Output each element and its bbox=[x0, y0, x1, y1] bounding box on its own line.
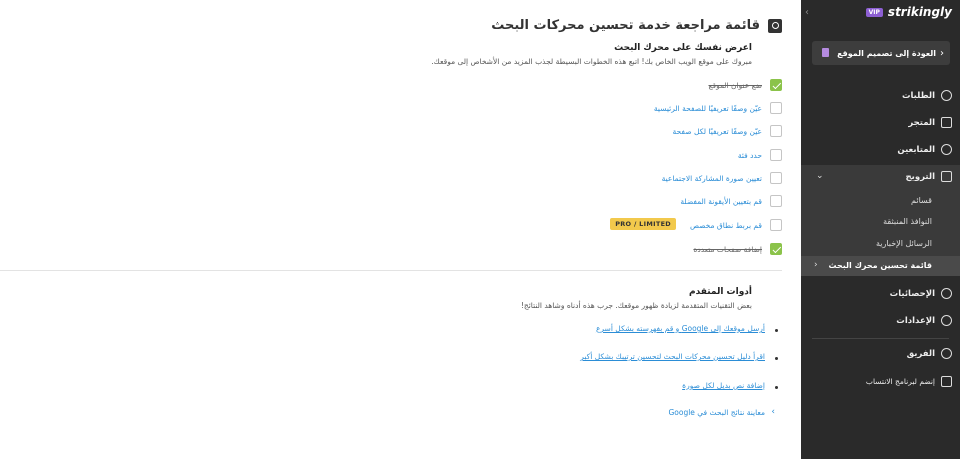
chevron-left-icon: ‹ bbox=[940, 47, 944, 59]
checklist-item-label[interactable]: قم بتعيين الأيقونة المفضلة bbox=[680, 197, 762, 206]
submit-google-link[interactable]: أرسل موقعك إلى Google و قم بفهرسته بشكل … bbox=[596, 324, 765, 333]
sidebar-item-label: الإحصائيات bbox=[889, 288, 935, 299]
promotion-group: الترويج ⌄ قسائم النوافذ المنبثقة الرسائل… bbox=[801, 165, 960, 276]
checkbox[interactable] bbox=[770, 79, 782, 91]
section-heading: اعرض نفسك على محرك البحث bbox=[614, 43, 752, 53]
checklist-item[interactable]: عيّن وصفًا تعريفيًا للصفحة الرئيسية bbox=[654, 102, 782, 114]
sidebar-item-seo-checklist[interactable]: قائمة تحسين محرك البحث bbox=[801, 256, 960, 276]
team-icon bbox=[941, 348, 952, 359]
list-item: إضافة نص بديل لكل صورة bbox=[682, 381, 778, 390]
bullet bbox=[775, 386, 778, 389]
sidebar-item-orders[interactable]: الطلبات bbox=[902, 90, 952, 101]
back-button-label: العودة إلى تصميم الموقع bbox=[837, 48, 936, 58]
checklist-item-label[interactable]: عيّن وصفًا تعريفيًا للصفحة الرئيسية bbox=[654, 104, 762, 113]
checklist-item[interactable]: ضع عنوان الموقع bbox=[709, 79, 782, 91]
sidebar-item-team[interactable]: الفريق bbox=[907, 348, 952, 359]
list-item: أرسل موقعك إلى Google و قم بفهرسته بشكل … bbox=[596, 324, 778, 333]
checklist-item-label[interactable]: عيّن وصفًا تعريفيًا لكل صفحة bbox=[673, 127, 762, 136]
checklist-item-label[interactable]: ضع عنوان الموقع bbox=[709, 81, 763, 90]
sidebar-item-promotion[interactable]: الترويج bbox=[906, 171, 952, 182]
page-title-row: قائمة مراجعة خدمة تحسين محركات البحث bbox=[491, 18, 782, 33]
sidebar-item-stats[interactable]: الإحصائيات bbox=[890, 288, 952, 299]
list-item: اقرأ دليل تحسين محركات البحث لتحسين ترتي… bbox=[580, 352, 778, 361]
brand-logo: strikingly bbox=[887, 5, 952, 19]
checkbox[interactable] bbox=[770, 243, 782, 255]
pro-limited-badge: PRO / LIMITED bbox=[610, 218, 676, 230]
checklist-item[interactable]: إضافة صفحات متعددة bbox=[693, 243, 782, 255]
alt-text-link[interactable]: إضافة نص بديل لكل صورة bbox=[682, 381, 765, 390]
sidebar-item-label: الفريق bbox=[906, 348, 935, 359]
sidebar-item-affiliate[interactable]: إنضم لبرنامج الانتساب bbox=[866, 376, 952, 387]
main-panel: قائمة مراجعة خدمة تحسين محركات البحث اعر… bbox=[0, 0, 800, 459]
seo-search-icon bbox=[768, 18, 782, 33]
advanced-heading: أدوات المتقدم bbox=[688, 287, 752, 297]
sidebar-item-label: المتابعين bbox=[897, 144, 935, 155]
back-to-editor-button[interactable]: ‹ العودة إلى تصميم الموقع bbox=[812, 41, 950, 65]
advanced-description: بعض التقنيات المتقدمة لزيادة ظهور موقعك.… bbox=[520, 301, 752, 310]
checkbox[interactable] bbox=[770, 172, 782, 184]
seo-guide-link[interactable]: اقرأ دليل تحسين محركات البحث لتحسين ترتي… bbox=[580, 352, 765, 361]
checklist-item-label[interactable]: حدد فئة bbox=[738, 151, 762, 160]
page-title: قائمة مراجعة خدمة تحسين محركات البحث bbox=[491, 18, 760, 33]
sidebar-item-label: الإعدادات bbox=[896, 315, 935, 326]
checklist-item[interactable]: عيّن وصفًا تعريفيًا لكل صفحة bbox=[673, 125, 782, 137]
sidebar-divider bbox=[812, 338, 949, 339]
checklist-item-label[interactable]: قم بربط نطاق مخصص bbox=[690, 221, 762, 230]
chevron-right-icon: › bbox=[814, 260, 818, 270]
checklist-item[interactable]: حدد فئة bbox=[738, 149, 782, 161]
checklist-item[interactable]: تعيين صورة المشاركة الاجتماعية bbox=[662, 172, 782, 184]
bullet bbox=[775, 357, 778, 360]
section-description: مبروك على موقع الويب الخاص بك! اتبع هذه … bbox=[431, 57, 752, 66]
megaphone-icon bbox=[941, 171, 952, 182]
preview-row[interactable]: › معاينة نتائج البحث في Google bbox=[668, 407, 775, 417]
sidebar-item-label: الترويج bbox=[905, 171, 935, 182]
brand: strikingly VIP bbox=[865, 5, 952, 19]
vip-badge: VIP bbox=[865, 7, 883, 17]
trophy-icon bbox=[941, 376, 952, 387]
sidebar-item-coupons[interactable]: قسائم bbox=[911, 196, 932, 205]
sidebar-item-label: الطلبات bbox=[901, 90, 935, 101]
collapse-sidebar-icon[interactable]: ‹ bbox=[805, 7, 809, 18]
checklist-item-label[interactable]: إضافة صفحات متعددة bbox=[693, 245, 762, 254]
bullet bbox=[775, 329, 778, 332]
chevron-down-icon[interactable]: ⌄ bbox=[816, 171, 824, 181]
checkbox[interactable] bbox=[770, 125, 782, 137]
divider bbox=[0, 270, 782, 271]
sidebar-item-newsletters[interactable]: الرسائل الإخبارية bbox=[876, 239, 932, 248]
dollar-icon bbox=[941, 90, 952, 101]
checklist-item[interactable]: قم بتعيين الأيقونة المفضلة bbox=[680, 195, 782, 207]
sidebar-item-store[interactable]: المتجر bbox=[908, 117, 952, 128]
sidebar-item-label: قائمة تحسين محرك البحث bbox=[828, 261, 932, 270]
sidebar: ‹ strikingly VIP ‹ العودة إلى تصميم المو… bbox=[801, 0, 960, 459]
checkbox[interactable] bbox=[770, 149, 782, 161]
chevron-right-icon: › bbox=[771, 407, 775, 417]
sidebar-item-settings[interactable]: الإعدادات bbox=[896, 315, 952, 326]
gear-icon bbox=[941, 315, 952, 326]
checkbox[interactable] bbox=[770, 102, 782, 114]
store-icon bbox=[941, 117, 952, 128]
sidebar-item-popups[interactable]: النوافذ المنبثقة bbox=[883, 217, 932, 226]
checkbox[interactable] bbox=[770, 195, 782, 207]
document-icon bbox=[822, 48, 829, 57]
sidebar-item-followers[interactable]: المتابعين bbox=[897, 144, 952, 155]
stats-icon bbox=[941, 288, 952, 299]
checklist-item-label[interactable]: تعيين صورة المشاركة الاجتماعية bbox=[662, 174, 762, 183]
checklist-item[interactable]: قم بربط نطاق مخصص PRO / LIMITED bbox=[610, 218, 782, 231]
sidebar-item-label: المتجر bbox=[908, 117, 935, 128]
followers-icon bbox=[941, 144, 952, 155]
preview-google-link[interactable]: معاينة نتائج البحث في Google bbox=[668, 408, 765, 417]
sidebar-item-label: إنضم لبرنامج الانتساب bbox=[865, 377, 935, 386]
checkbox[interactable] bbox=[770, 219, 782, 231]
